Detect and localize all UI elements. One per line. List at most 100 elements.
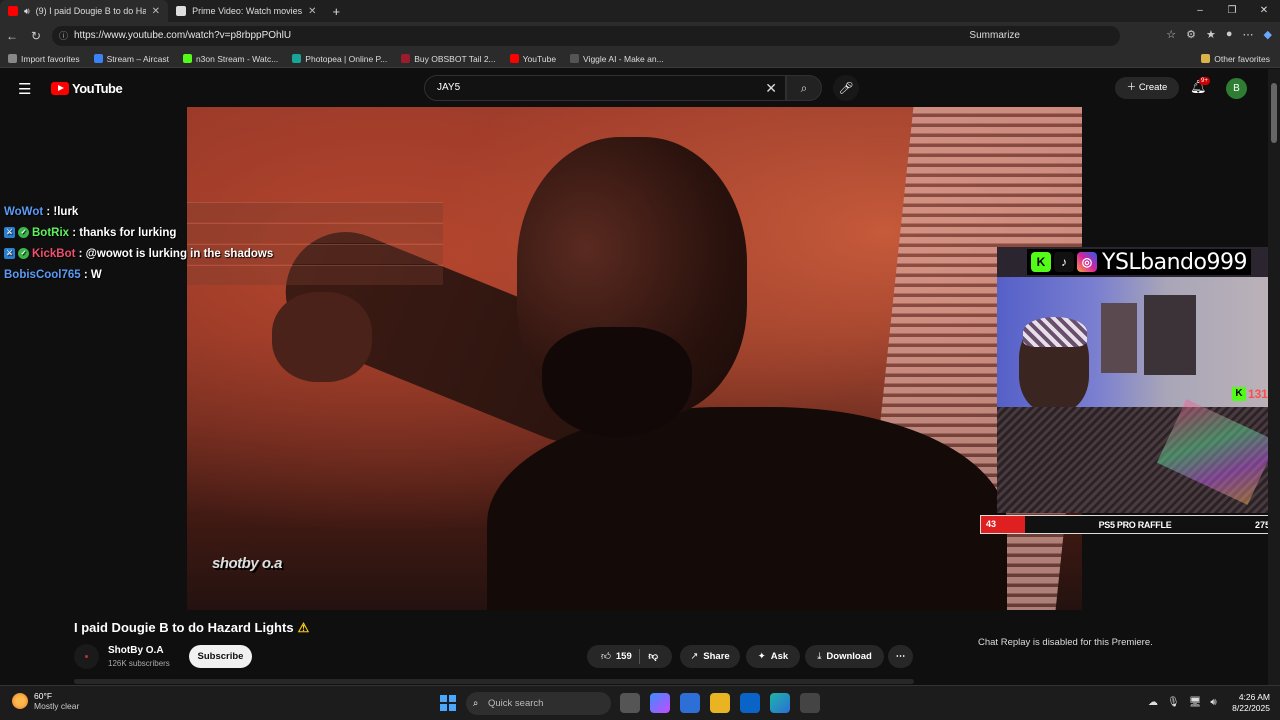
store-icon[interactable] bbox=[680, 693, 700, 713]
window-controls: – ❐ ✕ bbox=[1184, 0, 1280, 22]
subscribe-button[interactable]: Subscribe bbox=[189, 645, 252, 668]
verified-badge-icon: ✓ bbox=[18, 248, 29, 259]
fav-photopea[interactable]: Photopea | Online P... bbox=[292, 54, 387, 64]
raffle-title: PS5 PRO RAFFLE bbox=[1098, 519, 1172, 530]
more-icon[interactable]: ⋯ bbox=[1243, 28, 1254, 41]
copilot-icon[interactable]: ◆ bbox=[1264, 28, 1272, 41]
chat-text: : W bbox=[80, 268, 102, 281]
address-bar-row: ← ↻ ⓘ https://www.youtube.com/watch?v=p8… bbox=[0, 22, 1280, 50]
volume-icon[interactable]: 🔊︎ bbox=[1210, 697, 1216, 708]
chat-message: WoWot : !lurk bbox=[4, 201, 444, 222]
app-icon[interactable] bbox=[800, 693, 820, 713]
tab-youtube[interactable]: 🔊︎ (9) I paid Dougie B to do Ha ✕ bbox=[0, 0, 169, 22]
like-button[interactable]: 👍︎ 159 bbox=[601, 651, 632, 662]
fav-youtube[interactable]: YouTube bbox=[509, 54, 556, 64]
clear-search-icon[interactable]: ✕ bbox=[765, 76, 777, 100]
url-field[interactable]: ⓘ https://www.youtube.com/watch?v=p8rbpp… bbox=[52, 26, 1120, 46]
aircast-icon bbox=[93, 54, 103, 63]
favorites-bar: Import favorites Stream – Aircast n3on S… bbox=[0, 50, 1280, 68]
channel-avatar[interactable] bbox=[74, 644, 99, 669]
voice-search-button[interactable]: 🎤︎ bbox=[833, 75, 859, 101]
start-button-windows-icon[interactable] bbox=[440, 695, 456, 711]
copilot-icon[interactable] bbox=[650, 693, 670, 713]
back-icon[interactable]: ← bbox=[0, 29, 24, 43]
download-icon: ⤓ bbox=[817, 651, 822, 662]
other-favorites[interactable]: Other favorites bbox=[1201, 54, 1270, 64]
cloud-icon[interactable]: ☁ bbox=[1148, 697, 1158, 708]
fav-n3on[interactable]: n3on Stream - Watc... bbox=[182, 54, 278, 64]
weather-condition: Mostly clear bbox=[34, 701, 80, 711]
search-icon: ⌕ bbox=[473, 698, 479, 709]
weather-icon bbox=[12, 693, 28, 709]
close-tab-icon[interactable]: ✕ bbox=[152, 6, 160, 17]
profile-icon[interactable]: ● bbox=[1226, 28, 1233, 41]
tiktok-icon: ♪ bbox=[1054, 252, 1074, 272]
network-icon[interactable]: 🖥︎ bbox=[1189, 697, 1202, 708]
speaker-icon[interactable]: 🔊︎ bbox=[24, 6, 30, 17]
account-avatar[interactable]: B bbox=[1226, 78, 1247, 99]
refresh-icon[interactable]: ↻ bbox=[24, 29, 48, 43]
chat-overlay: WoWot : !lurk ⚔ ✓ BotRix : thanks for lu… bbox=[4, 201, 444, 285]
video-player[interactable]: shotby o.a bbox=[187, 107, 1082, 610]
system-tray: ☁ 🎙︎ 🖥︎ 🔊︎ bbox=[1148, 697, 1217, 708]
close-tab-icon[interactable]: ✕ bbox=[308, 6, 316, 17]
video-watermark: shotby o.a bbox=[212, 555, 283, 572]
page-scrollbar[interactable] bbox=[1268, 69, 1280, 685]
search-button[interactable]: ⌕ bbox=[786, 75, 822, 101]
raffle-current: 43 bbox=[981, 516, 1025, 533]
taskbar-search[interactable]: ⌕ Quick search bbox=[466, 692, 611, 715]
fav-import[interactable]: Import favorites bbox=[8, 54, 80, 64]
create-button[interactable]: ＋ Create bbox=[1115, 77, 1179, 99]
ask-button[interactable]: ✦ Ask bbox=[746, 645, 800, 668]
new-tab-button[interactable]: + bbox=[324, 0, 348, 22]
menu-icon[interactable]: ☰ bbox=[18, 80, 31, 98]
mic-icon[interactable]: 🎙︎ bbox=[1167, 697, 1180, 708]
more-horizontal-icon: ⋯ bbox=[895, 651, 906, 662]
download-button[interactable]: ⤓ Download bbox=[805, 645, 884, 668]
extensions-icon[interactable]: ⚙ bbox=[1186, 28, 1196, 41]
fav-aircast[interactable]: Stream – Aircast bbox=[93, 54, 169, 64]
more-actions-button[interactable]: ⋯ bbox=[888, 645, 913, 668]
fav-obsbot[interactable]: Buy OBSBOT Tail 2... bbox=[401, 54, 496, 64]
time: 4:26 AM bbox=[1238, 692, 1270, 702]
like-count: 159 bbox=[615, 651, 632, 662]
chat-username: KickBot bbox=[32, 247, 76, 260]
youtube-logo[interactable]: YouTube bbox=[51, 81, 123, 96]
tab-prime-video[interactable]: Prime Video: Watch movies, TV sh ✕ bbox=[168, 0, 324, 22]
viggle-icon bbox=[570, 54, 580, 63]
kick-icon: K bbox=[1231, 387, 1246, 401]
favorites-icon[interactable]: ★ bbox=[1206, 28, 1216, 41]
share-icon: ↗ bbox=[690, 651, 699, 662]
summarize-button[interactable]: Summarize bbox=[969, 26, 1020, 46]
edge-icon[interactable] bbox=[770, 693, 790, 713]
weather-widget[interactable]: 60°F Mostly clear bbox=[12, 691, 79, 711]
import-icon bbox=[8, 54, 17, 63]
restore-icon[interactable]: ❐ bbox=[1216, 0, 1248, 22]
task-view-icon[interactable] bbox=[620, 693, 640, 713]
toolbar-icons: ☆ ⚙ ★ ● ⋯ ◆ bbox=[1166, 28, 1272, 41]
microphone-icon: 🎤︎ bbox=[838, 81, 854, 95]
fav-viggle[interactable]: Viggle AI - Make an... bbox=[570, 54, 664, 64]
notification-badge: 9+ bbox=[1199, 77, 1210, 85]
outlook-icon[interactable] bbox=[740, 693, 760, 713]
person-fist bbox=[272, 292, 372, 382]
search-input[interactable]: JAY5 ✕ bbox=[424, 75, 786, 101]
star-icon[interactable]: ☆ bbox=[1166, 28, 1176, 41]
dislike-button[interactable]: 👎︎ bbox=[648, 651, 658, 662]
file-explorer-icon[interactable] bbox=[710, 693, 730, 713]
thumbs-up-icon: 👍︎ bbox=[600, 651, 611, 662]
chat-message: ⚔ ✓ BotRix : thanks for lurking bbox=[4, 222, 444, 243]
video-title: I paid Dougie B to do Hazard Lights ⚠ bbox=[74, 620, 310, 635]
close-window-icon[interactable]: ✕ bbox=[1248, 0, 1280, 22]
share-button[interactable]: ↗ Share bbox=[680, 645, 740, 668]
minimize-icon[interactable]: – bbox=[1184, 0, 1216, 22]
search-value: JAY5 bbox=[437, 82, 461, 93]
chat-message: ⚔ ✓ KickBot : @wowot is lurking in the s… bbox=[4, 243, 444, 264]
clock[interactable]: 4:26 AM 8/22/2025 bbox=[1226, 692, 1270, 714]
scrollbar-thumb[interactable] bbox=[1271, 83, 1277, 143]
youtube-favicon-icon bbox=[8, 6, 18, 16]
channel-name[interactable]: ShotBy O.A bbox=[108, 645, 164, 656]
site-info-icon[interactable]: ⓘ bbox=[59, 26, 68, 46]
chat-message: BobisCool765 : W bbox=[4, 264, 444, 285]
chat-text: : @wowot is lurking in the shadows bbox=[75, 247, 274, 260]
